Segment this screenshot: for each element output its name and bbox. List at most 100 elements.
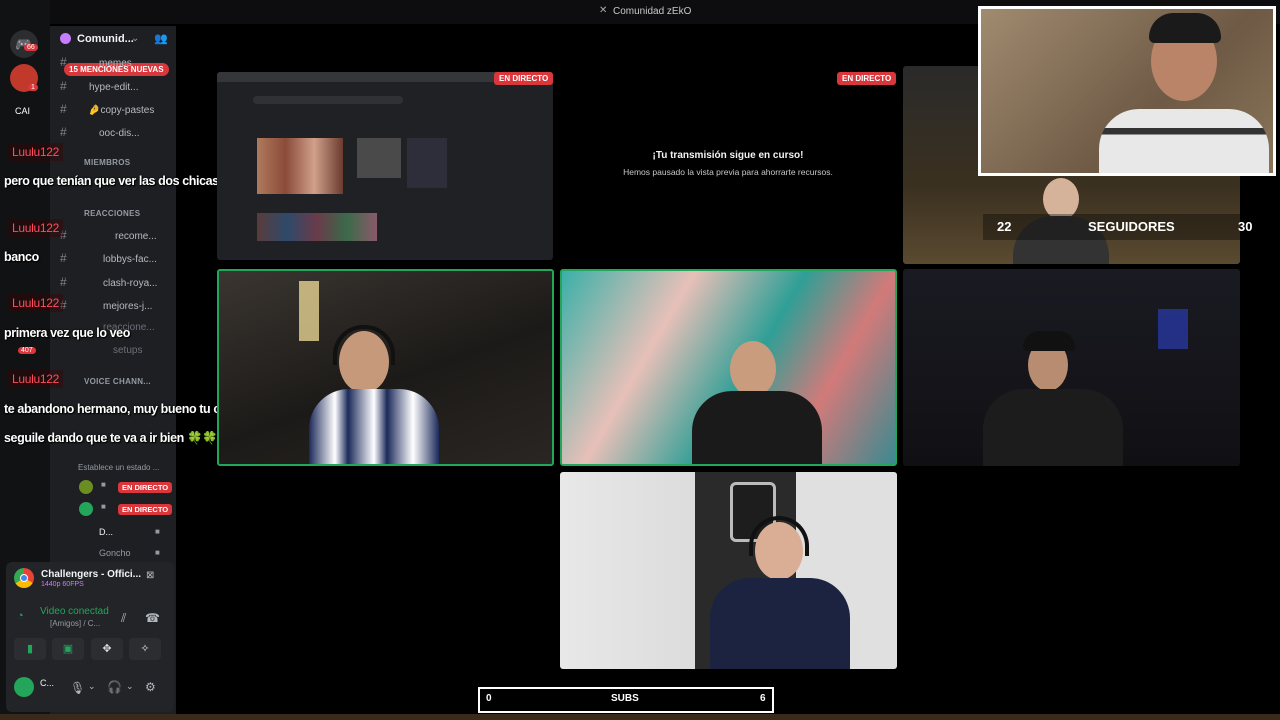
channel-recome[interactable]: # recome... bbox=[60, 228, 157, 242]
video-tile[interactable] bbox=[560, 472, 897, 669]
image-strip bbox=[257, 213, 377, 241]
cap bbox=[1023, 331, 1075, 351]
chrome-center-icon bbox=[20, 574, 28, 582]
hash-icon: # bbox=[60, 55, 67, 69]
image-result bbox=[407, 138, 447, 188]
image-result bbox=[357, 138, 401, 178]
microphone-icon[interactable]: 🎙 bbox=[70, 681, 85, 695]
server-name[interactable]: Comunid... bbox=[77, 33, 134, 45]
hash-icon: # bbox=[60, 102, 67, 116]
screen-share-tile[interactable] bbox=[217, 72, 553, 260]
live-badge: EN DIRECTO bbox=[118, 482, 173, 493]
subs-goal: 6 bbox=[760, 693, 766, 704]
signal-icon: ◔ bbox=[17, 610, 24, 622]
followers-goal: 30 bbox=[1238, 219, 1253, 234]
chat-message: banco bbox=[4, 250, 39, 264]
participant-body bbox=[309, 389, 439, 464]
channel-copy-pastes[interactable]: # 🤌copy-pastes bbox=[60, 102, 154, 116]
chevron-down-icon[interactable]: ⌄ bbox=[131, 33, 139, 44]
channel-ooc-dis[interactable]: # ooc-dis... bbox=[60, 125, 140, 139]
stop-stream-icon[interactable]: ⊠ bbox=[146, 570, 154, 581]
participant-body bbox=[692, 391, 822, 464]
voice-status: Video conectad bbox=[40, 606, 109, 617]
followers-label: SEGUIDORES bbox=[1088, 219, 1175, 234]
voice-member-name[interactable]: D... bbox=[99, 527, 113, 537]
streamer-body bbox=[1099, 109, 1269, 173]
participant-head bbox=[730, 341, 776, 397]
hash-icon: # bbox=[60, 79, 67, 93]
add-member-icon[interactable]: 👥 bbox=[154, 32, 168, 45]
camera-icon: ■ bbox=[101, 480, 106, 489]
video-tile-speaking[interactable] bbox=[217, 269, 554, 466]
hash-icon: # bbox=[60, 275, 67, 289]
camera-icon: ■ bbox=[101, 502, 106, 511]
live-badge: EN DIRECTO bbox=[837, 72, 897, 85]
video-tile[interactable] bbox=[903, 269, 1240, 466]
channel-lobbys-fac[interactable]: # lobbys-fac... bbox=[60, 251, 157, 265]
stream-quality: 1440p 60FPS bbox=[41, 581, 84, 588]
live-badge: EN DIRECTO bbox=[494, 72, 554, 85]
category-miembros[interactable]: MIEMBROS bbox=[84, 158, 130, 167]
notification-badge: 1 bbox=[28, 84, 38, 91]
chat-username: Luulu122 bbox=[8, 143, 63, 161]
screen-share-button[interactable]: ▣ bbox=[52, 638, 84, 660]
voice-channel[interactable]: [Amigos] / C... bbox=[50, 619, 100, 628]
server-label[interactable]: CAI bbox=[15, 106, 30, 116]
hand-icon: 🤌 bbox=[88, 105, 101, 116]
paused-title: ¡Tu transmisión sigue en curso! bbox=[652, 150, 804, 161]
subs-label: SUBS bbox=[611, 693, 639, 704]
notification-badge: 407 bbox=[18, 347, 36, 354]
stream-title: Challengers - Offici... bbox=[41, 569, 142, 580]
lamp bbox=[299, 281, 319, 341]
video-tile-speaking[interactable] bbox=[560, 269, 897, 466]
channel-hype-edit[interactable]: # hype-edit... bbox=[60, 79, 138, 93]
hash-icon: # bbox=[60, 251, 67, 265]
followers-current: 22 bbox=[997, 219, 1012, 234]
category-reacciones[interactable]: REACCIONES bbox=[84, 209, 140, 218]
paused-stream-tile[interactable] bbox=[560, 72, 896, 260]
voice-member-name[interactable]: Goncho bbox=[99, 548, 131, 558]
headphones-icon[interactable]: 🎧 bbox=[107, 680, 122, 694]
close-icon[interactable]: ✕ bbox=[599, 5, 607, 16]
category-voice[interactable]: VOICE CHANN... bbox=[84, 377, 151, 386]
channel-clash-roya[interactable]: # clash-roya... bbox=[60, 275, 157, 289]
user-name[interactable]: C... bbox=[40, 678, 54, 688]
camera-icon: ■ bbox=[155, 548, 160, 557]
status-input[interactable]: Establece un estado ... bbox=[78, 463, 159, 472]
camera-button[interactable]: ▮ bbox=[14, 638, 46, 660]
noise-suppression-icon[interactable]: ⫽ bbox=[121, 611, 126, 626]
chevron-down-icon[interactable]: ⌄ bbox=[126, 681, 134, 692]
subs-current: 0 bbox=[486, 693, 492, 704]
bottom-strip bbox=[0, 714, 1280, 720]
disconnect-icon[interactable]: ☎ bbox=[145, 611, 160, 625]
channel-memes[interactable]: # memes bbox=[60, 55, 132, 69]
avatar bbox=[79, 480, 93, 494]
live-badge: EN DIRECTO bbox=[118, 504, 173, 515]
screen-glow bbox=[1158, 309, 1188, 349]
chat-username: Luulu122 bbox=[8, 294, 63, 312]
gear-icon[interactable]: ⚙ bbox=[145, 680, 156, 694]
hash-icon: # bbox=[60, 125, 67, 139]
user-avatar[interactable] bbox=[14, 677, 34, 697]
chat-message: seguile dando que te va a ir bien 🍀🍀🍀🍀 bbox=[4, 431, 248, 445]
avatar bbox=[79, 502, 93, 516]
camera-icon: ■ bbox=[155, 527, 160, 536]
headset-icon bbox=[333, 325, 395, 365]
participant-body bbox=[983, 389, 1123, 466]
channel-setups[interactable]: setups bbox=[60, 345, 142, 356]
participant-body bbox=[710, 578, 850, 669]
browser-search-bar bbox=[253, 96, 403, 104]
soundboard-button[interactable]: ✧ bbox=[129, 638, 161, 660]
chat-username: Luulu122 bbox=[8, 219, 63, 237]
image-results bbox=[257, 138, 343, 194]
notification-badge: 66 bbox=[24, 44, 38, 51]
paused-subtitle: Hemos pausado la vista previa para ahorr… bbox=[623, 167, 833, 177]
streamer-hair bbox=[1149, 13, 1221, 43]
server-avatar-icon bbox=[60, 33, 71, 44]
channel-mejores-j[interactable]: # mejores-j... bbox=[60, 298, 152, 312]
chat-message: primera vez que lo veo bbox=[4, 326, 130, 340]
chevron-down-icon[interactable]: ⌄ bbox=[88, 681, 96, 692]
chat-username: Luulu122 bbox=[8, 370, 63, 388]
activities-button[interactable]: ✥ bbox=[91, 638, 123, 660]
streamer-webcam bbox=[978, 6, 1276, 176]
